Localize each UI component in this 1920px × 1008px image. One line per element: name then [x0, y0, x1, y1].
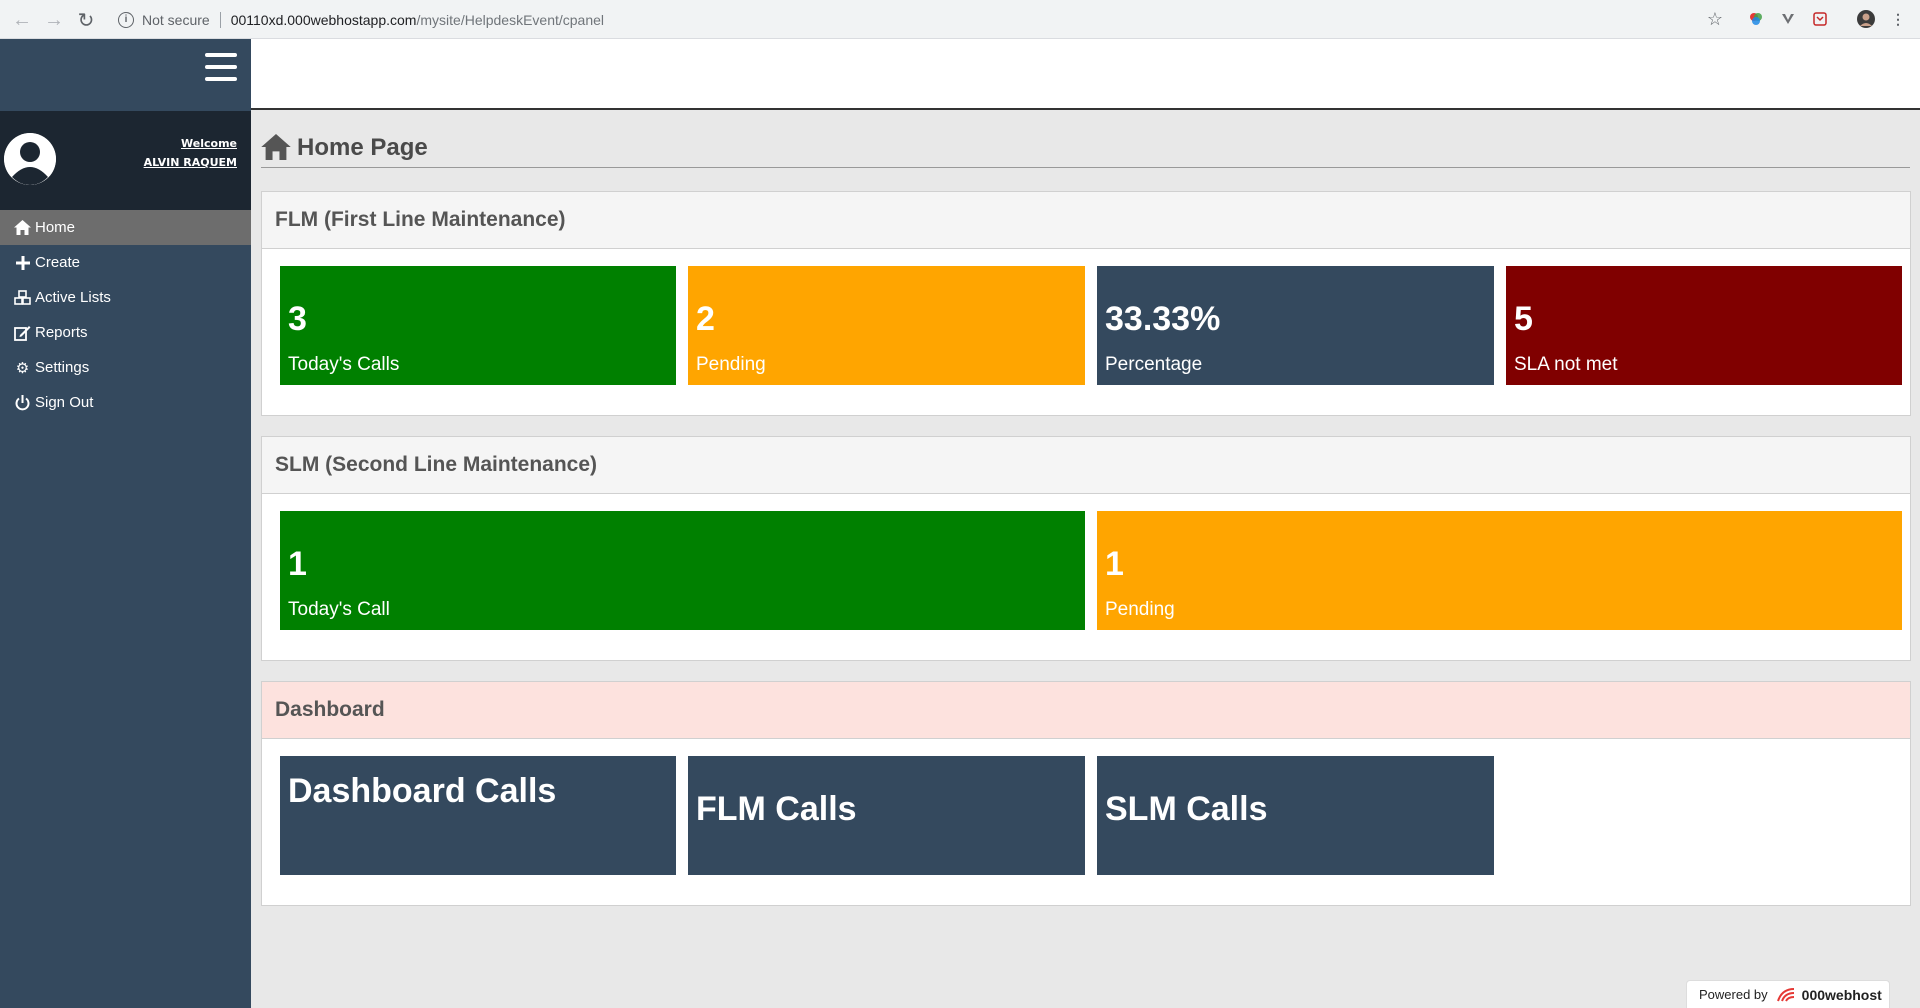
slm-panel: SLM (Second Line Maintenance) 1 Today's …: [261, 436, 1911, 661]
extension-pocket-icon[interactable]: [1810, 9, 1830, 29]
forward-button[interactable]: →: [38, 4, 70, 36]
webhost-logo-icon: [1776, 987, 1796, 1003]
sidebar-item-reports[interactable]: Reports: [0, 315, 251, 350]
address-separator: [219, 11, 221, 28]
gear-icon: ⚙: [15, 359, 30, 377]
tile-value: 5: [1514, 300, 1533, 338]
flm-panel: FLM (First Line Maintenance) 3 Today's C…: [261, 191, 1911, 416]
tile-label: Today's Calls: [288, 354, 400, 375]
browser-menu-icon[interactable]: ⋮: [1888, 9, 1908, 29]
sidebar-item-label: Settings: [35, 359, 90, 376]
back-button[interactable]: ←: [6, 4, 38, 36]
tile-label: SLM Calls: [1105, 790, 1268, 828]
flm-calls-tile[interactable]: FLM Calls: [688, 756, 1085, 875]
tile-label: Percentage: [1105, 354, 1203, 375]
main-content: Home Page FLM (First Line Maintenance) 3…: [251, 110, 1920, 1008]
flm-todays-calls-tile[interactable]: 3 Today's Calls: [280, 266, 676, 385]
user-panel: Welcome ALVIN RAQUEM: [0, 111, 251, 210]
sidebar-item-home[interactable]: Home: [0, 210, 251, 245]
flm-panel-title: FLM (First Line Maintenance): [262, 192, 1910, 249]
sidebar-item-label: Reports: [35, 324, 88, 341]
tile-label: Today's Call: [288, 599, 390, 620]
flm-sla-not-met-tile[interactable]: 5 SLA not met: [1506, 266, 1902, 385]
sidebar: Welcome ALVIN RAQUEM Home Create Active …: [0, 39, 251, 1008]
user-name-link[interactable]: ALVIN RAQUEM: [144, 153, 237, 172]
reload-button[interactable]: ↻: [70, 4, 102, 36]
extension-v-icon[interactable]: [1778, 9, 1798, 29]
dashboard-panel: Dashboard Dashboard Calls FLM Calls SLM …: [261, 681, 1911, 906]
tile-label: Pending: [1105, 599, 1175, 620]
powered-by-badge[interactable]: Powered by 000webhost: [1686, 980, 1890, 1008]
powered-by-label: Powered by: [1699, 987, 1768, 1002]
browser-toolbar: ← → ↻ i Not secure 00110xd.000webhostapp…: [0, 0, 1920, 39]
sidebar-menu: Home Create Active Lists Reports ⚙ Setti…: [0, 210, 251, 420]
slm-pending-tile[interactable]: 1 Pending: [1097, 511, 1902, 630]
slm-panel-body: 1 Today's Call 1 Pending: [262, 494, 1910, 660]
dashboard-calls-tile[interactable]: Dashboard Calls: [280, 756, 676, 875]
tile-label: FLM Calls: [696, 790, 857, 828]
sidebar-item-label: Sign Out: [35, 394, 94, 411]
edit-icon: [13, 325, 32, 341]
sidebar-item-sign-out[interactable]: Sign Out: [0, 385, 251, 420]
sidebar-item-active-lists[interactable]: Active Lists: [0, 280, 251, 315]
flm-pending-tile[interactable]: 2 Pending: [688, 266, 1085, 385]
url-host: 00110xd.000webhostapp.com: [230, 11, 417, 28]
sidebar-item-create[interactable]: Create: [0, 245, 251, 280]
info-icon[interactable]: i: [118, 11, 134, 28]
sidebar-item-label: Active Lists: [35, 289, 111, 306]
sidebar-item-settings[interactable]: ⚙ Settings: [0, 350, 251, 385]
flm-panel-body: 3 Today's Calls 2 Pending 33.33% Percent…: [262, 249, 1910, 415]
bookmark-star-icon[interactable]: ☆: [1707, 9, 1723, 30]
tile-value: 1: [288, 545, 307, 583]
slm-todays-call-tile[interactable]: 1 Today's Call: [280, 511, 1085, 630]
address-bar[interactable]: i Not secure 00110xd.000webhostapp.com/m…: [108, 5, 1735, 34]
page-title: Home Page: [297, 133, 428, 161]
powered-by-brand: 000webhost: [1801, 986, 1882, 1003]
flm-percentage-tile[interactable]: 33.33% Percentage: [1097, 266, 1494, 385]
plus-icon: [13, 255, 32, 270]
top-navbar: [251, 39, 1920, 110]
slm-panel-title: SLM (Second Line Maintenance): [262, 437, 1910, 494]
sidebar-header: [0, 39, 251, 111]
user-avatar-icon: [4, 133, 56, 185]
tile-label: Pending: [696, 354, 766, 375]
welcome-block: Welcome ALVIN RAQUEM: [144, 134, 237, 172]
tile-value: 2: [696, 300, 715, 338]
home-icon: [261, 133, 291, 162]
extension-color-icon[interactable]: [1746, 9, 1766, 29]
dashboard-panel-title: Dashboard: [262, 682, 1910, 739]
tile-label: SLA not met: [1514, 354, 1618, 375]
cubes-icon: [13, 290, 32, 305]
profile-avatar-icon[interactable]: [1856, 9, 1876, 29]
tile-value: 1: [1105, 545, 1124, 583]
page-header: Home Page: [261, 128, 1910, 168]
power-icon: [13, 394, 32, 411]
tile-label: Dashboard Calls: [288, 772, 557, 810]
url-path: /mysite/HelpdeskEvent/cpanel: [416, 11, 605, 28]
security-label: Not secure: [142, 11, 210, 28]
slm-calls-tile[interactable]: SLM Calls: [1097, 756, 1494, 875]
sidebar-item-label: Home: [35, 219, 76, 236]
sidebar-item-label: Create: [35, 254, 81, 271]
welcome-link[interactable]: Welcome: [144, 134, 237, 153]
hamburger-menu-icon[interactable]: [205, 53, 237, 85]
tile-value: 33.33%: [1105, 300, 1221, 338]
dashboard-panel-body: Dashboard Calls FLM Calls SLM Calls: [262, 739, 1910, 905]
tile-value: 3: [288, 300, 307, 338]
home-icon: [13, 220, 32, 235]
